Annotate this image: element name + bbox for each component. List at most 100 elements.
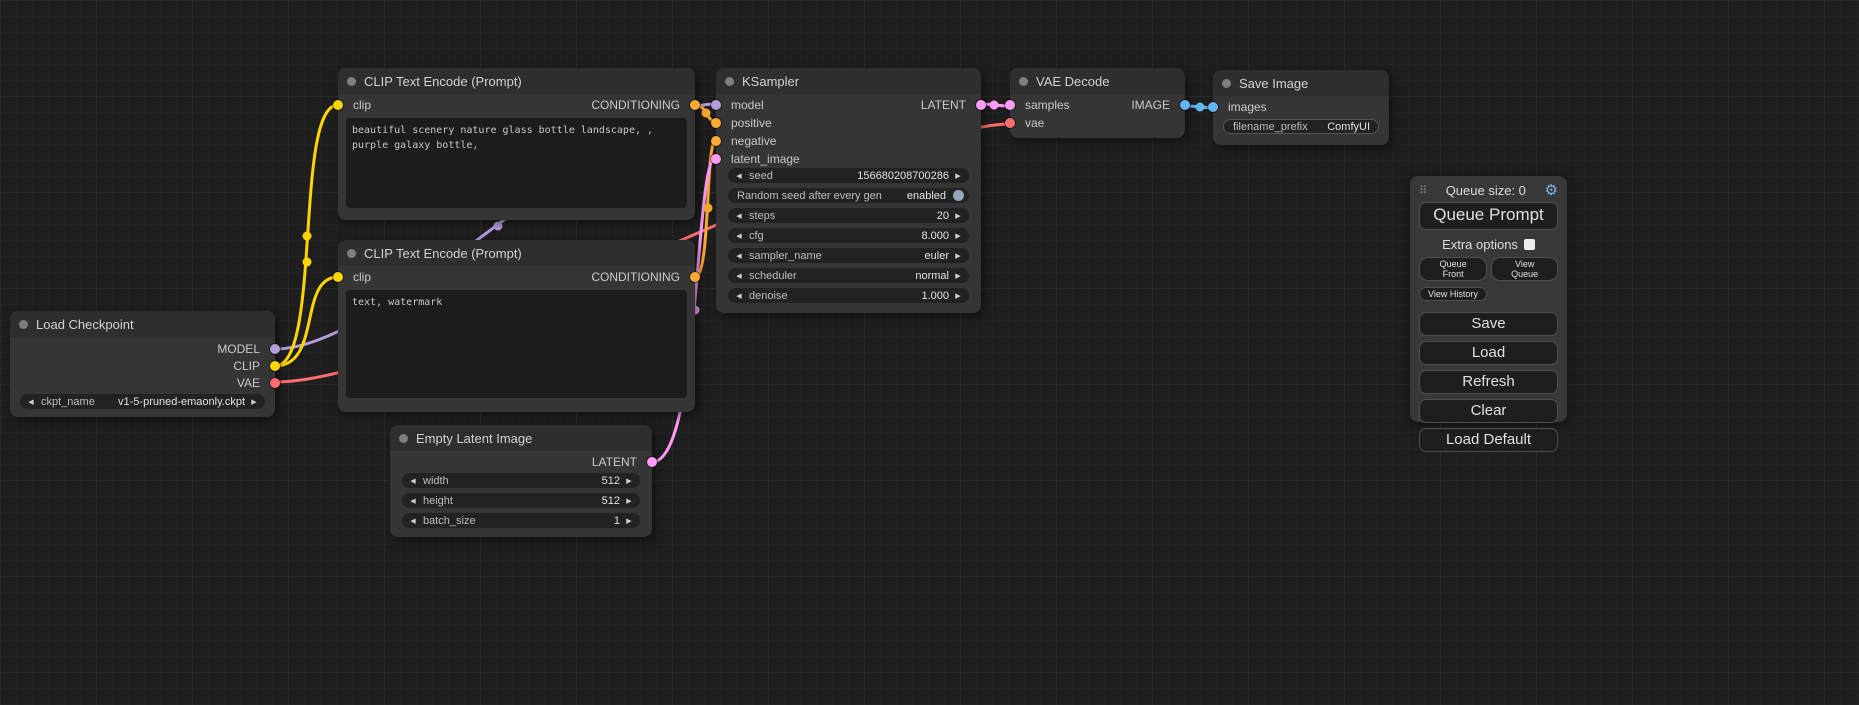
queue-prompt-button[interactable]: Queue Prompt: [1419, 202, 1558, 230]
collapse-dot-icon[interactable]: [399, 434, 408, 443]
increment-arrow-icon[interactable]: ▶: [623, 477, 635, 485]
node-ksampler[interactable]: KSampler model LATENT positive negative …: [716, 68, 981, 313]
node-title-bar[interactable]: Empty Latent Image: [390, 425, 652, 451]
toggle-knob-icon[interactable]: [953, 190, 964, 201]
node-empty-latent-image[interactable]: Empty Latent Image LATENT ◀ width 512 ▶ …: [390, 425, 652, 537]
node-vae-decode[interactable]: VAE Decode samples IMAGE vae: [1010, 68, 1185, 138]
increment-arrow-icon[interactable]: ▶: [952, 232, 964, 240]
decrement-arrow-icon[interactable]: ◀: [733, 292, 745, 300]
queue-front-button[interactable]: Queue Front: [1419, 257, 1487, 281]
decrement-arrow-icon[interactable]: ◀: [407, 497, 419, 505]
load-default-button[interactable]: Load Default: [1419, 428, 1558, 452]
latent-output-dot[interactable]: [647, 457, 657, 467]
increment-arrow-icon[interactable]: ▶: [952, 212, 964, 220]
vae-output-dot[interactable]: [270, 378, 280, 388]
clip-output-dot[interactable]: [270, 361, 280, 371]
save-button[interactable]: Save: [1419, 312, 1558, 336]
denoise-widget[interactable]: ◀ denoise 1.000 ▶: [728, 288, 969, 303]
queue-panel-header: ⠿ Queue size: 0 ⚙: [1419, 181, 1558, 199]
collapse-dot-icon[interactable]: [347, 249, 356, 258]
steps-widget[interactable]: ◀ steps 20 ▶: [728, 208, 969, 223]
height-widget[interactable]: ◀ height 512 ▶: [402, 493, 640, 508]
increment-arrow-icon[interactable]: ▶: [248, 398, 260, 406]
collapse-dot-icon[interactable]: [1019, 77, 1028, 86]
cfg-widget[interactable]: ◀ cfg 8.000 ▶: [728, 228, 969, 243]
vae-input-dot[interactable]: [1005, 118, 1015, 128]
node-title-bar[interactable]: CLIP Text Encode (Prompt): [338, 240, 695, 266]
scheduler-widget[interactable]: ◀ scheduler normal ▶: [728, 268, 969, 283]
link-dot-negative: [704, 204, 713, 213]
model-output-dot[interactable]: [270, 344, 280, 354]
node-title-bar[interactable]: KSampler: [716, 68, 981, 94]
node-clip-text-encode-negative[interactable]: CLIP Text Encode (Prompt) clip CONDITION…: [338, 240, 695, 412]
node-title: Load Checkpoint: [36, 317, 134, 332]
node-title-bar[interactable]: VAE Decode: [1010, 68, 1185, 94]
width-widget[interactable]: ◀ width 512 ▶: [402, 473, 640, 488]
node-load-checkpoint[interactable]: Load Checkpoint MODEL CLIP VAE ◀ ckpt_na…: [10, 311, 275, 417]
negative-prompt-textarea[interactable]: text, watermark: [346, 290, 687, 398]
node-title: Save Image: [1239, 76, 1308, 91]
view-history-button[interactable]: View History: [1419, 287, 1487, 301]
drag-handle-icon[interactable]: ⠿: [1419, 184, 1427, 197]
random-seed-toggle-widget[interactable]: Random seed after every gen enabled: [728, 188, 969, 203]
node-clip-text-encode-positive[interactable]: CLIP Text Encode (Prompt) clip CONDITION…: [338, 68, 695, 220]
latent-image-input-dot[interactable]: [711, 154, 721, 164]
decrement-arrow-icon[interactable]: ◀: [733, 252, 745, 260]
clear-button[interactable]: Clear: [1419, 399, 1558, 423]
ckpt-name-widget[interactable]: ◀ ckpt_name v1-5-pruned-emaonly.ckpt ▶: [20, 394, 265, 409]
positive-input-dot[interactable]: [711, 118, 721, 128]
samples-input-dot[interactable]: [1005, 100, 1015, 110]
increment-arrow-icon[interactable]: ▶: [623, 497, 635, 505]
increment-arrow-icon[interactable]: ▶: [952, 172, 964, 180]
link-dot-clip-negative: [303, 258, 312, 267]
conditioning-output-dot[interactable]: [690, 100, 700, 110]
clip-input-dot[interactable]: [333, 272, 343, 282]
decrement-arrow-icon[interactable]: ◀: [407, 517, 419, 525]
latent-output-dot[interactable]: [976, 100, 986, 110]
seed-widget[interactable]: ◀ seed 156680208700286 ▶: [728, 168, 969, 183]
slot-row: clip CONDITIONING: [338, 268, 695, 286]
decrement-arrow-icon[interactable]: ◀: [733, 172, 745, 180]
clip-input-dot[interactable]: [333, 100, 343, 110]
decrement-arrow-icon[interactable]: ◀: [733, 272, 745, 280]
queue-size-label: Queue size: 0: [1427, 183, 1544, 198]
node-title-bar[interactable]: CLIP Text Encode (Prompt): [338, 68, 695, 94]
extra-options-checkbox[interactable]: [1524, 239, 1535, 250]
gear-icon[interactable]: ⚙: [1545, 183, 1558, 198]
collapse-dot-icon[interactable]: [19, 320, 28, 329]
increment-arrow-icon[interactable]: ▶: [623, 517, 635, 525]
queue-small-buttons: Queue Front View Queue: [1419, 257, 1558, 281]
slot-row-samples-image: samples IMAGE: [1010, 96, 1185, 114]
image-output-dot[interactable]: [1180, 100, 1190, 110]
increment-arrow-icon[interactable]: ▶: [952, 292, 964, 300]
input-slot-positive: positive: [716, 114, 981, 132]
sampler-name-widget[interactable]: ◀ sampler_name euler ▶: [728, 248, 969, 263]
decrement-arrow-icon[interactable]: ◀: [407, 477, 419, 485]
filename-prefix-widget[interactable]: filename_prefix ComfyUI: [1223, 119, 1379, 134]
decrement-arrow-icon[interactable]: ◀: [733, 232, 745, 240]
queue-panel: ⠿ Queue size: 0 ⚙ Queue Prompt Extra opt…: [1410, 176, 1567, 422]
decrement-arrow-icon[interactable]: ◀: [733, 212, 745, 220]
node-title: KSampler: [742, 74, 799, 89]
node-save-image[interactable]: Save Image images filename_prefix ComfyU…: [1213, 70, 1389, 145]
load-button[interactable]: Load: [1419, 341, 1558, 365]
view-queue-button[interactable]: View Queue: [1491, 257, 1558, 281]
increment-arrow-icon[interactable]: ▶: [952, 252, 964, 260]
collapse-dot-icon[interactable]: [725, 77, 734, 86]
decrement-arrow-icon[interactable]: ◀: [25, 398, 37, 406]
negative-input-dot[interactable]: [711, 136, 721, 146]
node-title-bar[interactable]: Save Image: [1213, 70, 1389, 96]
input-slot-latent-image: latent_image: [716, 150, 981, 168]
model-input-dot[interactable]: [711, 100, 721, 110]
images-input-dot[interactable]: [1208, 102, 1218, 112]
node-title-bar[interactable]: Load Checkpoint: [10, 311, 275, 337]
refresh-button[interactable]: Refresh: [1419, 370, 1558, 394]
conditioning-output-dot[interactable]: [690, 272, 700, 282]
batch-size-widget[interactable]: ◀ batch_size 1 ▶: [402, 513, 640, 528]
positive-prompt-textarea[interactable]: beautiful scenery nature glass bottle la…: [346, 118, 687, 208]
collapse-dot-icon[interactable]: [1222, 79, 1231, 88]
collapse-dot-icon[interactable]: [347, 77, 356, 86]
increment-arrow-icon[interactable]: ▶: [952, 272, 964, 280]
link-dot-model: [494, 222, 503, 231]
link-dot-positive: [702, 109, 711, 118]
